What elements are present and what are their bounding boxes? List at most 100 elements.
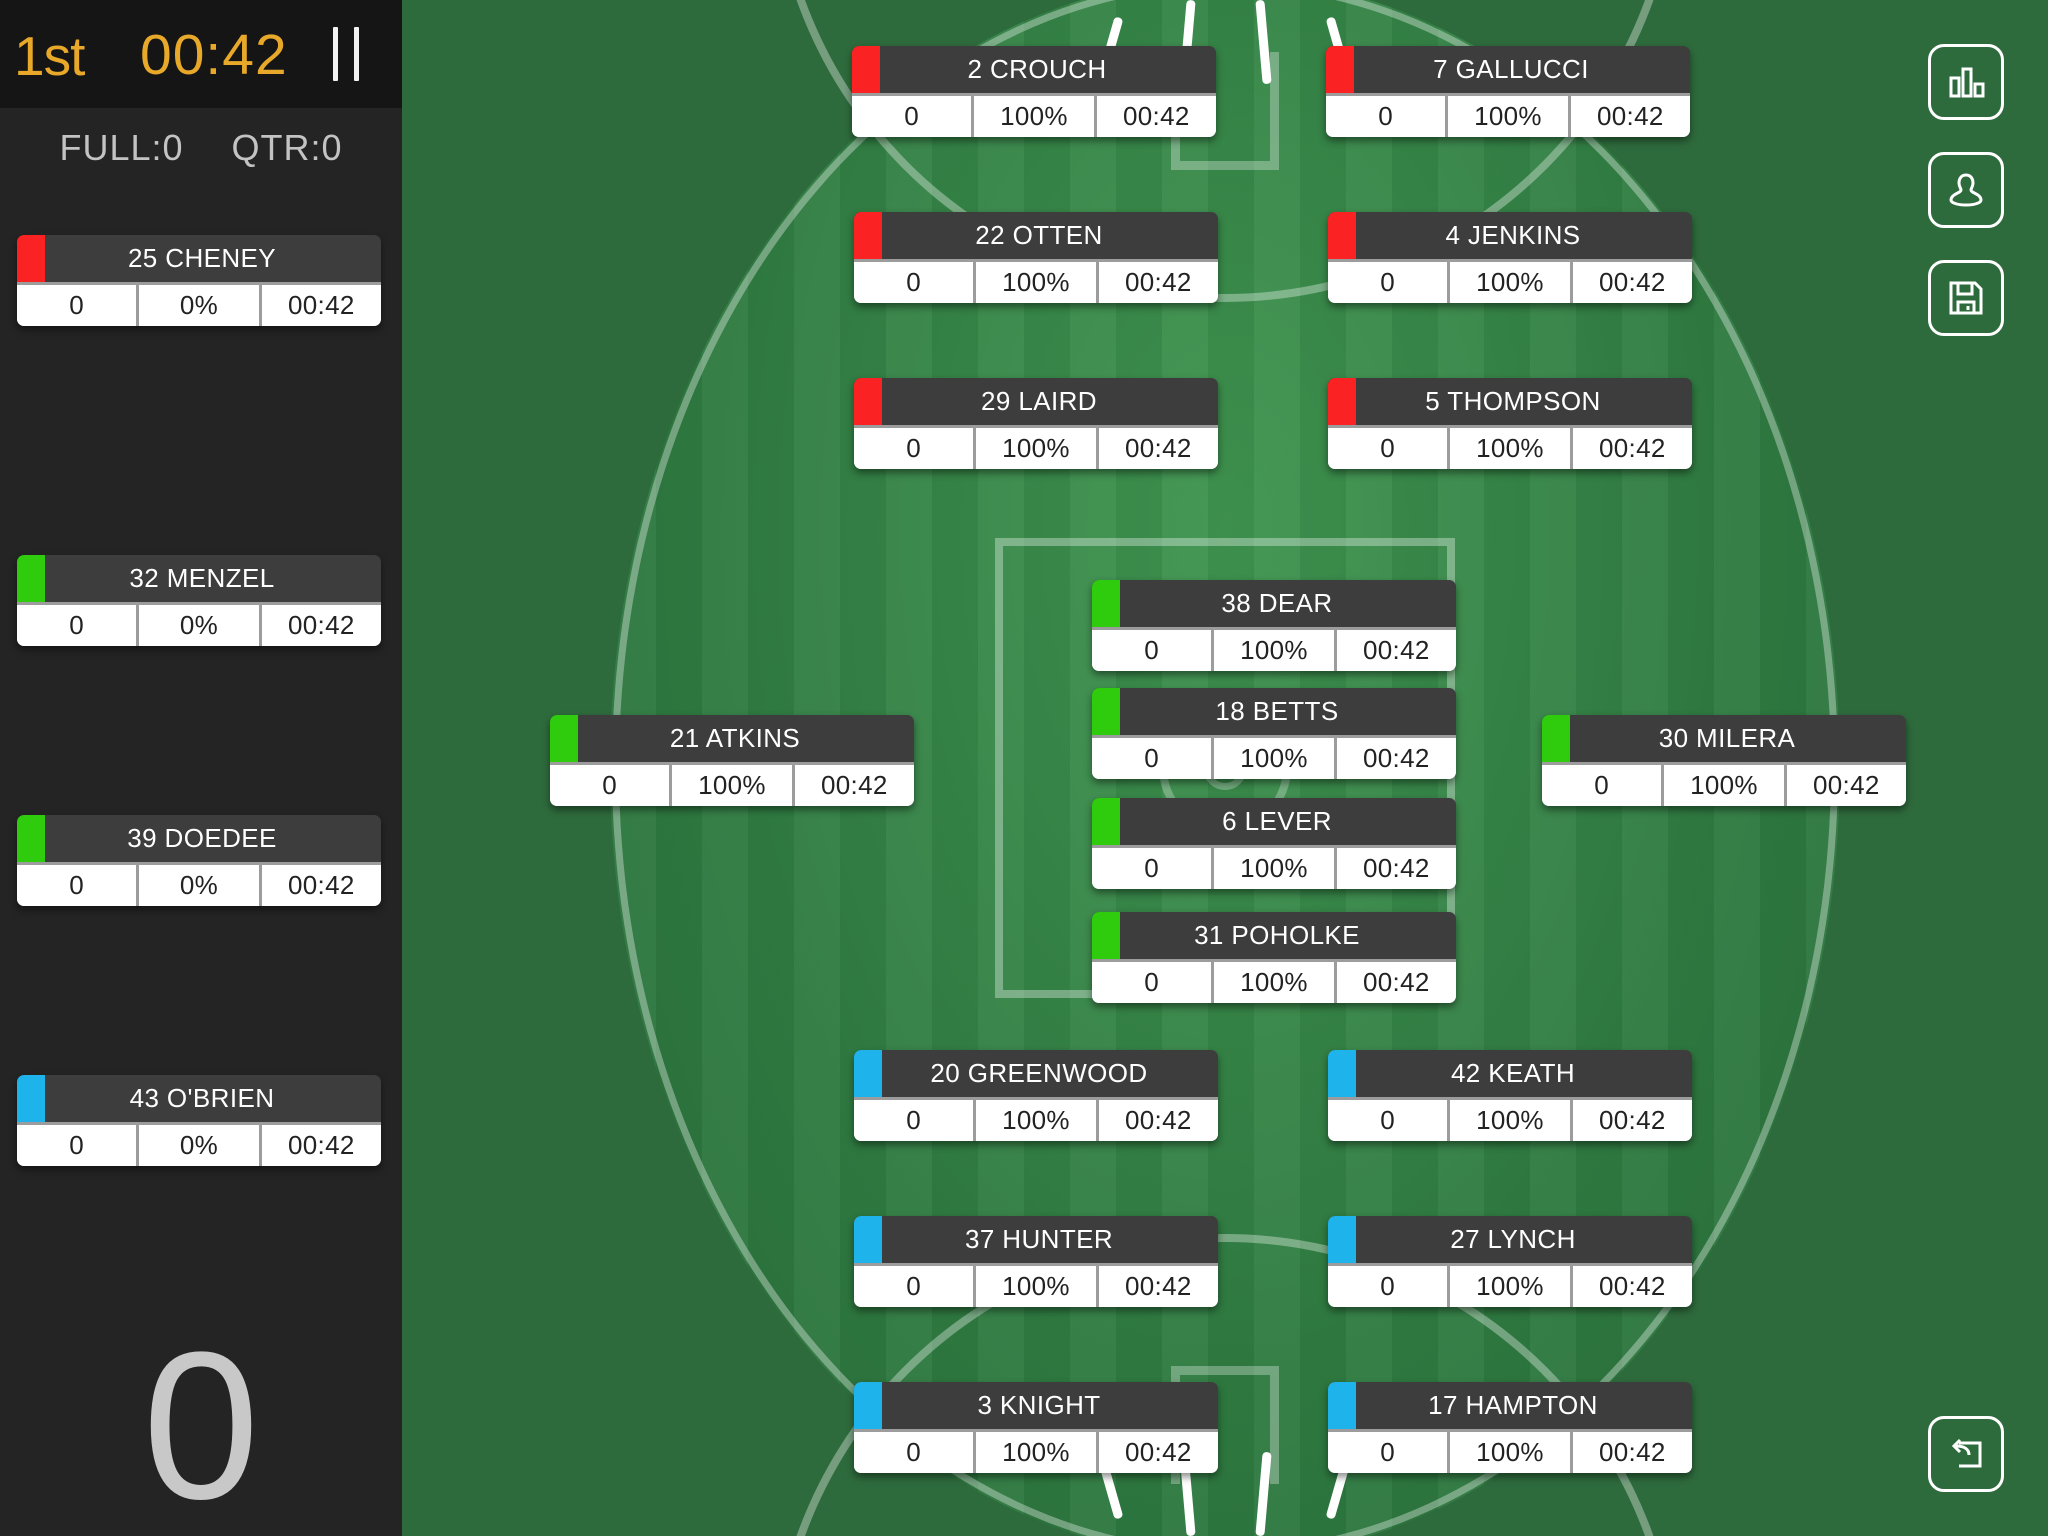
- player-card-header[interactable]: 17 HAMPTON: [1328, 1382, 1692, 1429]
- stat-count[interactable]: 0: [1092, 848, 1212, 889]
- player-card-header[interactable]: 32 MENZEL: [17, 555, 381, 602]
- player-card-header[interactable]: 2 CROUCH: [852, 46, 1216, 93]
- undo-arrow-icon[interactable]: [1928, 1416, 2004, 1492]
- player-card-header[interactable]: 18 BETTS: [1092, 688, 1456, 735]
- stat-percent[interactable]: 100%: [1664, 765, 1784, 806]
- stat-count[interactable]: 0: [854, 1266, 974, 1307]
- stat-time[interactable]: 00:42: [1572, 428, 1692, 469]
- player-card-header[interactable]: 37 HUNTER: [854, 1216, 1218, 1263]
- stat-time[interactable]: 00:42: [1572, 1266, 1692, 1307]
- stat-percent[interactable]: 0%: [139, 285, 259, 326]
- stat-percent[interactable]: 100%: [974, 96, 1094, 137]
- stat-time[interactable]: 00:42: [1336, 738, 1456, 779]
- field-player-card[interactable]: 37 HUNTER 0 100% 00:42: [854, 1216, 1218, 1307]
- player-card-header[interactable]: 39 DOEDEE: [17, 815, 381, 862]
- stat-count[interactable]: 0: [1092, 738, 1212, 779]
- stat-percent[interactable]: 100%: [976, 428, 1096, 469]
- stat-time[interactable]: 00:42: [1098, 262, 1218, 303]
- bench-player-card[interactable]: 43 O'BRIEN 0 0% 00:42: [17, 1075, 381, 1166]
- stat-percent[interactable]: 100%: [1214, 962, 1334, 1003]
- save-floppy-icon[interactable]: [1928, 260, 2004, 336]
- bench-player-card[interactable]: 32 MENZEL 0 0% 00:42: [17, 555, 381, 646]
- stat-time[interactable]: 00:42: [1572, 1432, 1692, 1473]
- stat-count[interactable]: 0: [1328, 1266, 1448, 1307]
- player-card-header[interactable]: 43 O'BRIEN: [17, 1075, 381, 1122]
- field-player-card[interactable]: 29 LAIRD 0 100% 00:42: [854, 378, 1218, 469]
- field-player-card[interactable]: 5 THOMPSON 0 100% 00:42: [1328, 378, 1692, 469]
- field-player-card[interactable]: 38 DEAR 0 100% 00:42: [1092, 580, 1456, 671]
- stat-time[interactable]: 00:42: [1098, 1100, 1218, 1141]
- stat-percent[interactable]: 100%: [976, 1432, 1096, 1473]
- bench-player-card[interactable]: 39 DOEDEE 0 0% 00:42: [17, 815, 381, 906]
- player-card-header[interactable]: 21 ATKINS: [550, 715, 914, 762]
- stat-time[interactable]: 00:42: [1572, 1100, 1692, 1141]
- field-player-card[interactable]: 22 OTTEN 0 100% 00:42: [854, 212, 1218, 303]
- player-card-header[interactable]: 20 GREENWOOD: [854, 1050, 1218, 1097]
- field-player-card[interactable]: 30 MILERA 0 100% 00:42: [1542, 715, 1906, 806]
- player-card-header[interactable]: 38 DEAR: [1092, 580, 1456, 627]
- field-player-card[interactable]: 31 POHOLKE 0 100% 00:42: [1092, 912, 1456, 1003]
- player-card-header[interactable]: 7 GALLUCCI: [1326, 46, 1690, 93]
- stat-time[interactable]: 00:42: [1572, 262, 1692, 303]
- player-card-header[interactable]: 4 JENKINS: [1328, 212, 1692, 259]
- person-icon[interactable]: [1928, 152, 2004, 228]
- bar-chart-icon[interactable]: [1928, 44, 2004, 120]
- stat-count[interactable]: 0: [1092, 962, 1212, 1003]
- player-card-header[interactable]: 30 MILERA: [1542, 715, 1906, 762]
- stat-time[interactable]: 00:42: [1336, 848, 1456, 889]
- player-card-header[interactable]: 31 POHOLKE: [1092, 912, 1456, 959]
- stat-count[interactable]: 0: [854, 1432, 974, 1473]
- stat-count[interactable]: 0: [1092, 630, 1212, 671]
- stat-percent[interactable]: 0%: [139, 865, 259, 906]
- field-player-card[interactable]: 27 LYNCH 0 100% 00:42: [1328, 1216, 1692, 1307]
- field-player-card[interactable]: 21 ATKINS 0 100% 00:42: [550, 715, 914, 806]
- stat-count[interactable]: 0: [1326, 96, 1446, 137]
- player-card-header[interactable]: 22 OTTEN: [854, 212, 1218, 259]
- field-player-card[interactable]: 2 CROUCH 0 100% 00:42: [852, 46, 1216, 137]
- stat-time[interactable]: 00:42: [261, 285, 381, 326]
- stat-count[interactable]: 0: [854, 428, 974, 469]
- stat-count[interactable]: 0: [1328, 428, 1448, 469]
- player-card-header[interactable]: 6 LEVER: [1092, 798, 1456, 845]
- stat-time[interactable]: 00:42: [261, 1125, 381, 1166]
- stat-time[interactable]: 00:42: [261, 605, 381, 646]
- player-card-header[interactable]: 42 KEATH: [1328, 1050, 1692, 1097]
- stat-count[interactable]: 0: [1328, 1432, 1448, 1473]
- field-player-card[interactable]: 6 LEVER 0 100% 00:42: [1092, 798, 1456, 889]
- stat-count[interactable]: 0: [1328, 262, 1448, 303]
- stat-percent[interactable]: 100%: [1214, 630, 1334, 671]
- field-player-card[interactable]: 20 GREENWOOD 0 100% 00:42: [854, 1050, 1218, 1141]
- bench-player-card[interactable]: 25 CHENEY 0 0% 00:42: [17, 235, 381, 326]
- stat-percent[interactable]: 100%: [1450, 1100, 1570, 1141]
- stat-count[interactable]: 0: [17, 605, 137, 646]
- player-card-header[interactable]: 25 CHENEY: [17, 235, 381, 282]
- stat-time[interactable]: 00:42: [1098, 428, 1218, 469]
- stat-percent[interactable]: 100%: [1450, 428, 1570, 469]
- player-card-header[interactable]: 27 LYNCH: [1328, 1216, 1692, 1263]
- stat-time[interactable]: 00:42: [1336, 962, 1456, 1003]
- pause-icon[interactable]: [318, 26, 374, 82]
- stat-percent[interactable]: 100%: [1450, 1266, 1570, 1307]
- field-player-card[interactable]: 17 HAMPTON 0 100% 00:42: [1328, 1382, 1692, 1473]
- stat-percent[interactable]: 100%: [1214, 848, 1334, 889]
- stat-count[interactable]: 0: [852, 96, 972, 137]
- stat-time[interactable]: 00:42: [261, 865, 381, 906]
- stat-percent[interactable]: 100%: [976, 262, 1096, 303]
- stat-time[interactable]: 00:42: [1098, 1432, 1218, 1473]
- stat-time[interactable]: 00:42: [1098, 1266, 1218, 1307]
- stat-count[interactable]: 0: [1542, 765, 1662, 806]
- field-player-card[interactable]: 18 BETTS 0 100% 00:42: [1092, 688, 1456, 779]
- stat-time[interactable]: 00:42: [794, 765, 914, 806]
- player-card-header[interactable]: 5 THOMPSON: [1328, 378, 1692, 425]
- stat-percent[interactable]: 100%: [976, 1100, 1096, 1141]
- stat-percent[interactable]: 100%: [976, 1266, 1096, 1307]
- field-player-card[interactable]: 3 KNIGHT 0 100% 00:42: [854, 1382, 1218, 1473]
- stat-count[interactable]: 0: [17, 285, 137, 326]
- player-card-header[interactable]: 29 LAIRD: [854, 378, 1218, 425]
- stat-count[interactable]: 0: [854, 1100, 974, 1141]
- stat-percent[interactable]: 100%: [1450, 262, 1570, 303]
- stat-time[interactable]: 00:42: [1786, 765, 1906, 806]
- stat-count[interactable]: 0: [854, 262, 974, 303]
- field-player-card[interactable]: 4 JENKINS 0 100% 00:42: [1328, 212, 1692, 303]
- stat-time[interactable]: 00:42: [1570, 96, 1690, 137]
